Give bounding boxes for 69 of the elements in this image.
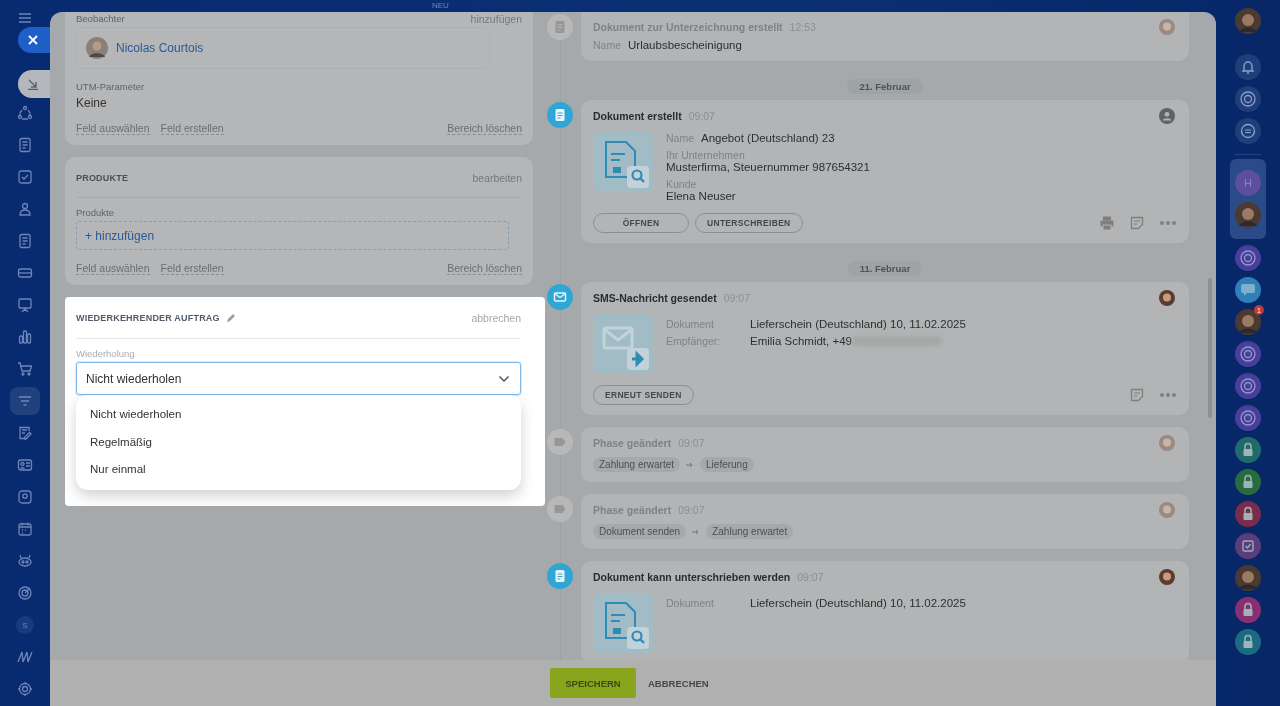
chat-icon[interactable] [1235, 118, 1261, 144]
section-link[interactable]: Feld auswählen [76, 262, 150, 275]
lock-icon[interactable] [1235, 597, 1261, 623]
field-value: Elena Neuser [666, 190, 737, 202]
arrow-icon [686, 461, 695, 468]
profile-letter[interactable]: S [10, 611, 40, 639]
user-icon[interactable] [1159, 108, 1175, 124]
date-label: 21. Februar [847, 78, 923, 94]
avatar-icon[interactable] [1159, 290, 1175, 306]
checkbox-icon[interactable] [1235, 533, 1261, 559]
save-button[interactable]: SPEICHERN [550, 668, 636, 698]
collapse-arrow-icon [27, 78, 39, 90]
field-value: Emilia Schmidt, +49 [750, 335, 852, 347]
clear-link[interactable]: Bereich löschen [447, 122, 522, 135]
stage-tag: Lieferung [700, 457, 754, 472]
menu-item[interactable]: Regelmäßig [76, 428, 521, 456]
field-value: Urlaubsbescheinigung [628, 39, 742, 51]
lock-icon[interactable] [1235, 469, 1261, 495]
event-title: Dokument kann unterschrieben werden [593, 571, 791, 583]
watcher-name[interactable]: Nicolas Courtois [116, 41, 204, 55]
pencil-icon[interactable] [225, 313, 236, 323]
chat-icon[interactable] [1235, 277, 1261, 303]
mail-preview-icon [593, 314, 653, 374]
stage-tag: Zahlung erwartet [706, 524, 794, 539]
date-label: 11. Februar [847, 260, 923, 276]
avatar-icon[interactable] [1159, 569, 1175, 585]
add-product-field[interactable]: + hinzufügen [76, 221, 509, 250]
lock-icon[interactable] [1235, 501, 1261, 527]
filter-icon[interactable] [10, 387, 40, 415]
section-link[interactable]: Feld erstellen [160, 262, 224, 275]
chevron-icon [498, 374, 510, 383]
event-title: Dokument erstellt [593, 110, 682, 122]
close-icon [27, 34, 39, 46]
add-link[interactable]: hinzufügen [470, 12, 522, 25]
section-link[interactable]: Feld erstellen [160, 122, 224, 135]
bell-icon[interactable] [1235, 54, 1261, 80]
field-label: Beobachter [76, 13, 125, 24]
event-title: SMS-Nachricht gesendet [593, 292, 717, 304]
watcher-field[interactable]: Nicolas Courtois [76, 27, 490, 69]
lock-icon[interactable] [1235, 629, 1261, 655]
avatar-icon [86, 37, 108, 59]
clear-link[interactable]: Bereich löschen [447, 262, 522, 275]
field-value: Musterfirma, Steuernummer 987654321 [666, 161, 870, 173]
menu-item[interactable]: Nicht wiederholen [76, 401, 521, 429]
field-value: Angebot (Deutschland) 23 [701, 132, 835, 144]
field-value: Lieferschein (Deutschland) 10, 11.02.2025 [750, 318, 966, 330]
avatar-icon[interactable] [1235, 202, 1261, 228]
section-link[interactable]: Feld auswählen [76, 122, 150, 135]
arrow-icon [692, 528, 701, 535]
stage-tag: Zahlung erwartet [593, 457, 681, 472]
avatar-icon[interactable] [1235, 8, 1261, 34]
section-title: WIEDERKEHRENDER AUFTRAG [76, 313, 220, 323]
cancel-link[interactable]: abbrechen [471, 312, 521, 324]
document-preview-icon [593, 132, 653, 192]
edit-link[interactable]: bearbeiten [472, 172, 522, 185]
field-label: Produkte [76, 207, 116, 219]
menu-item[interactable]: Nur einmal [76, 456, 521, 484]
field-value: Lieferschein (Deutschland) 10, 11.02.2025 [750, 597, 966, 609]
field-value: Keine [76, 96, 108, 110]
new-label: NEU [432, 1, 449, 10]
stage-tag: Dokument senden [593, 524, 687, 539]
document-preview-icon [593, 593, 653, 653]
section-title: PRODUKTE [76, 173, 129, 184]
lock-icon[interactable] [1235, 437, 1261, 463]
avatar-icon[interactable] [1235, 309, 1261, 335]
cancel-button[interactable]: ABBRECHEN [648, 677, 709, 689]
avatar-icon[interactable] [1235, 565, 1261, 591]
field-label: UTM-Parameter [76, 81, 146, 92]
field-label: Wiederholung [76, 348, 136, 359]
